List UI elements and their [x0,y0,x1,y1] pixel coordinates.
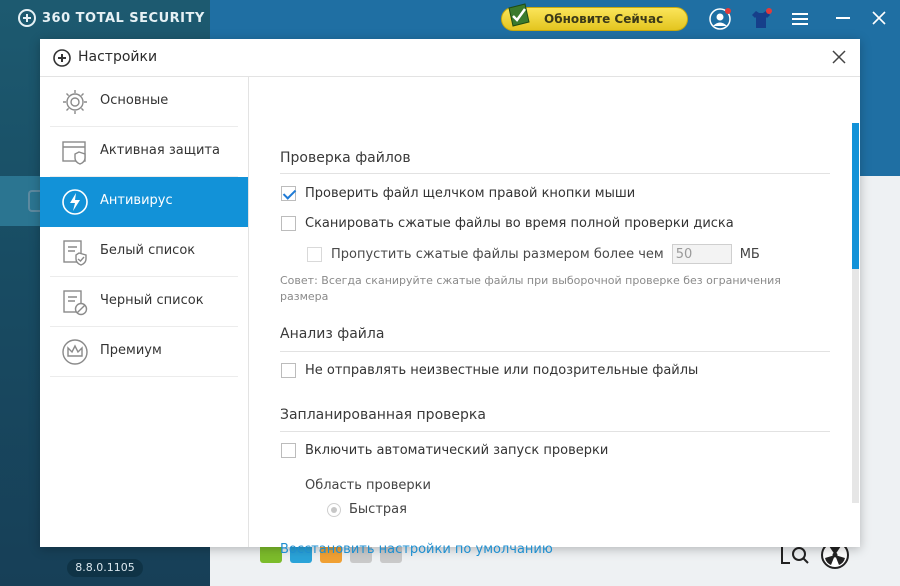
size-unit: МБ [739,246,760,262]
menu-icon[interactable] [792,12,808,26]
auto-scan-checkbox[interactable] [281,443,296,458]
skip-large-checkbox[interactable] [307,246,322,262]
section-title-file-scan: Проверка файлов [280,150,411,166]
blacklist-icon [63,290,88,316]
nav-label: Белый список [100,243,196,258]
brand-logo-icon [18,9,36,27]
option-skip-large-compressed[interactable]: Пропустить сжатые файлы размером более ч… [307,244,760,264]
version-badge: 8.8.0.1105 [67,559,143,577]
app-logo-icon [53,49,71,67]
nav-item-general[interactable]: Основные [40,77,248,127]
nav-label: Черный список [100,293,204,308]
dialog-title-bar: Настройки [40,39,860,77]
section-divider [280,431,830,432]
app-close-icon[interactable] [872,11,886,25]
nav-item-antivirus[interactable]: Антивирус [40,177,248,227]
radio-label: Быстрая [349,502,407,517]
brand-name: 360 TOTAL SECURITY [42,10,205,26]
max-size-input[interactable] [671,244,732,264]
nav-label: Премиум [100,343,162,358]
upgrade-now-button[interactable]: Обновите Сейчас [501,3,688,31]
lightning-icon [62,189,88,215]
nav-item-premium[interactable]: Премиум [40,327,248,377]
user-account-icon[interactable] [709,8,731,30]
close-icon[interactable] [830,48,848,66]
skin-shirt-icon[interactable] [750,8,772,30]
option-scan-compressed[interactable]: Сканировать сжатые файлы во время полной… [281,216,734,231]
right-click-scan-checkbox[interactable] [281,186,296,201]
upgrade-label: Обновите Сейчас [544,12,664,26]
gear-icon [63,90,87,114]
section-title-file-analysis: Анализ файла [280,326,385,342]
option-right-click-scan[interactable]: Проверить файл щелчком правой кнопки мыш… [281,186,635,201]
section-title-scheduled-scan: Запланированная проверка [280,407,486,423]
scrollbar-thumb[interactable] [852,123,859,269]
option-label: Включить автоматический запуск проверки [305,443,609,458]
option-auto-scan[interactable]: Включить автоматический запуск проверки [281,443,608,458]
app-brand: 360 TOTAL SECURITY [18,8,205,28]
scan-compressed-checkbox[interactable] [281,216,296,231]
minimize-icon[interactable] [836,17,850,19]
radio-quick-scan[interactable]: Быстрая [327,502,407,517]
option-label: Пропустить сжатые файлы размером более ч… [331,246,664,262]
restore-defaults-link[interactable]: Восстановить настройки по умолчанию [280,542,553,557]
settings-nav: Основные Активная защита Антивирус Белый… [40,77,249,547]
nav-label: Основные [100,93,169,108]
nav-item-whitelist[interactable]: Белый список [40,227,248,277]
shield-window-icon [62,141,86,165]
no-send-files-checkbox[interactable] [281,363,296,378]
scan-area-label: Область проверки [305,478,431,493]
whitelist-icon [63,240,87,266]
nav-label: Антивирус [100,193,173,208]
compressed-scan-hint: Совет: Всегда сканируйте сжатые файлы пр… [280,274,781,303]
dialog-title: Настройки [78,49,158,65]
section-divider [280,173,830,174]
option-label: Сканировать сжатые файлы во время полной… [305,216,734,231]
nav-item-blacklist[interactable]: Черный список [40,277,248,327]
quick-scan-radio[interactable] [327,502,341,517]
nav-label: Активная защита [100,143,220,158]
section-divider [280,351,830,352]
option-no-send-files[interactable]: Не отправлять неизвестные или подозрител… [281,363,698,378]
upgrade-badge-icon [508,3,530,27]
option-label: Проверить файл щелчком правой кнопки мыш… [305,186,636,201]
content-scrollbar[interactable] [852,123,859,503]
settings-content: Проверка файлов Проверить файл щелчком п… [250,77,850,557]
crown-icon [62,339,88,365]
option-label: Не отправлять неизвестные или подозрител… [305,363,699,378]
settings-dialog: Настройки Основные Активная защита Антив… [40,39,860,557]
nav-item-active-protection[interactable]: Активная защита [40,127,248,177]
sidebar-tab-edge [28,190,40,212]
